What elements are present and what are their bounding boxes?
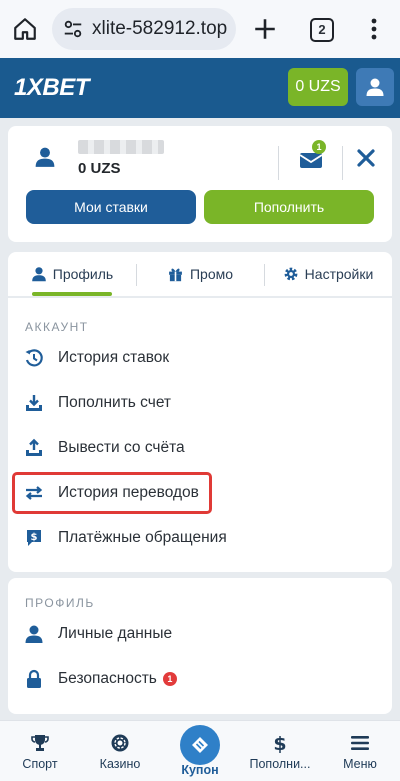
menu-item-bet-history[interactable]: История ставок [24, 342, 376, 374]
mail-badge: 1 [312, 140, 326, 154]
active-tab-indicator [32, 292, 112, 296]
menu-item-payment-requests[interactable]: $ Платёжные обращения [24, 522, 376, 554]
profile-tabs: Профиль Промо Настройки [8, 252, 392, 296]
nav-casino[interactable]: Казино [80, 721, 160, 781]
upload-icon [24, 438, 44, 458]
address-bar[interactable]: xlite-582912.top [52, 8, 236, 50]
svg-text:$: $ [273, 733, 286, 753]
highlight-box [12, 472, 212, 514]
gear-icon [284, 267, 298, 281]
account-balance: 0 UZS [78, 160, 121, 177]
lock-icon [24, 669, 44, 689]
security-badge: 1 [162, 672, 177, 686]
my-bets-button[interactable]: Мои ставки [26, 190, 196, 224]
trophy-icon [31, 735, 49, 751]
tab-promo[interactable]: Промо [136, 252, 264, 296]
menu-item-security[interactable]: Безопасность 1 [24, 663, 376, 695]
menu-item-withdraw[interactable]: Вывести со счёта [24, 432, 376, 464]
deposit-button[interactable]: Пополнить [204, 190, 374, 224]
menu-item-deposit[interactable]: Пополнить счет [24, 387, 376, 419]
nav-deposit[interactable]: $ Пополни... [240, 721, 320, 781]
section-title-profile: ПРОФИЛЬ [25, 596, 95, 610]
payment-chat-icon: $ [24, 528, 44, 548]
user-icon [366, 78, 384, 96]
person-icon [24, 624, 44, 644]
hamburger-icon [351, 736, 369, 750]
site-header: 1XBET 0 UZS [0, 58, 400, 118]
more-options-icon[interactable] [364, 16, 384, 42]
history-icon [24, 348, 44, 368]
nav-sport[interactable]: Спорт [0, 721, 80, 781]
header-balance-button[interactable]: 0 UZS [288, 68, 348, 106]
coupon-icon [192, 737, 208, 753]
divider [342, 146, 343, 180]
site-logo[interactable]: 1XBET [14, 74, 89, 102]
svg-text:$: $ [31, 532, 38, 543]
gift-icon [169, 268, 182, 282]
chip-icon [111, 734, 129, 752]
home-icon[interactable] [12, 16, 38, 42]
nav-menu[interactable]: Меню [320, 721, 400, 781]
new-tab-icon[interactable] [252, 16, 278, 42]
url-text: xlite-582912.top [92, 18, 228, 39]
nav-coupon[interactable]: Купон [160, 721, 240, 781]
download-icon [24, 393, 44, 413]
tab-settings[interactable]: Настройки [264, 252, 392, 296]
account-section: АККАУНТ История ставок Пополнить счет Вы… [8, 298, 392, 572]
profile-section: ПРОФИЛЬ Личные данные Безопасность 1 [8, 578, 392, 714]
avatar-icon [35, 147, 55, 167]
person-icon [31, 267, 46, 282]
divider [278, 146, 279, 180]
browser-toolbar: xlite-582912.top 2 [0, 0, 400, 58]
close-icon[interactable] [356, 148, 376, 168]
account-summary-card: 0 UZS 1 Мои ставки Пополнить [8, 126, 392, 242]
tab-profile[interactable]: Профиль [8, 252, 136, 296]
section-title-account: АККАУНТ [25, 320, 89, 334]
menu-item-personal-data[interactable]: Личные данные [24, 618, 376, 650]
site-settings-icon[interactable] [62, 18, 84, 40]
dollar-icon: $ [273, 733, 286, 753]
bottom-navigation: Спорт Казино Купон $ Пополни... Меню [0, 720, 400, 781]
tab-switcher-button[interactable]: 2 [310, 18, 334, 42]
coupon-button[interactable] [180, 725, 220, 765]
account-id-masked [78, 140, 164, 154]
user-profile-button[interactable] [356, 68, 394, 106]
